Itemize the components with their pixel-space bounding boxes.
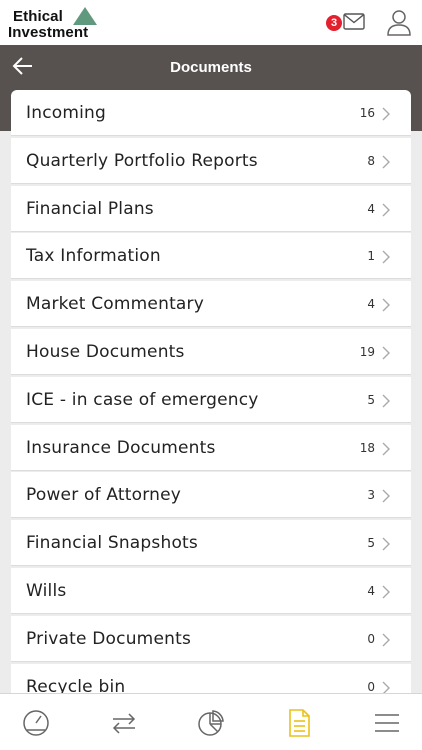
folder-label: Quarterly Portfolio Reports	[26, 150, 258, 171]
folder-count: 4	[367, 297, 375, 312]
menu-icon[interactable]	[372, 708, 402, 738]
chevron-right-icon	[382, 537, 390, 551]
chevron-right-icon	[382, 107, 390, 121]
transfer-arrows-icon[interactable]	[109, 708, 139, 738]
chevron-right-icon	[382, 155, 390, 169]
chevron-right-icon	[382, 633, 390, 647]
chevron-right-icon	[382, 489, 390, 503]
folder-label: Financial Snapshots	[26, 533, 198, 554]
folder-count: 0	[367, 679, 375, 694]
folder-count: 4	[367, 583, 375, 598]
folder-count: 1	[367, 249, 375, 264]
folder-row-market-commentary[interactable]: Market Commentary 4	[11, 281, 411, 328]
chevron-right-icon	[382, 442, 390, 456]
dashboard-gauge-icon[interactable]	[21, 708, 51, 738]
folder-row-house-documents[interactable]: House Documents 19	[11, 328, 411, 375]
folder-count: 8	[367, 153, 375, 168]
top-bar: Ethical Investment 3	[0, 0, 422, 45]
folder-list: Incoming 16 Quarterly Portfolio Reports …	[11, 90, 411, 711]
chevron-right-icon	[382, 203, 390, 217]
folder-row-power-of-attorney[interactable]: Power of Attorney 3	[11, 472, 411, 519]
folder-row-quarterly-portfolio-reports[interactable]: Quarterly Portfolio Reports 8	[11, 137, 411, 184]
folder-label: House Documents	[26, 341, 185, 362]
messages-button[interactable]: 3	[326, 10, 366, 36]
unread-badge: 3	[326, 15, 342, 31]
folder-label: Insurance Documents	[26, 437, 216, 458]
pie-chart-icon[interactable]	[196, 708, 226, 738]
folder-label: Private Documents	[26, 628, 191, 649]
bottom-nav	[0, 693, 422, 750]
folder-count: 5	[367, 536, 375, 551]
folder-row-tax-information[interactable]: Tax Information 1	[11, 233, 411, 280]
chevron-right-icon	[382, 585, 390, 599]
chevron-right-icon	[382, 346, 390, 360]
folder-row-private-documents[interactable]: Private Documents 0	[11, 615, 411, 662]
folder-count: 3	[367, 488, 375, 503]
folder-row-ice[interactable]: ICE - in case of emergency 5	[11, 376, 411, 423]
folder-count: 16	[359, 106, 375, 120]
folder-count: 19	[359, 344, 375, 359]
folder-label: Tax Information	[26, 246, 161, 267]
folder-count: 0	[367, 631, 375, 646]
chevron-right-icon	[382, 298, 390, 312]
chevron-right-icon	[382, 250, 390, 264]
folder-label: ICE - in case of emergency	[26, 389, 259, 410]
document-icon[interactable]	[284, 708, 314, 738]
folder-label: Wills	[26, 580, 67, 601]
chevron-right-icon	[382, 394, 390, 408]
folder-label: Incoming	[26, 103, 106, 123]
folder-row-insurance-documents[interactable]: Insurance Documents 18	[11, 424, 411, 471]
logo-line-2: Investment	[8, 24, 89, 41]
folder-label: Power of Attorney	[26, 485, 182, 506]
user-icon[interactable]	[386, 9, 412, 37]
folder-count: 4	[367, 201, 375, 216]
folder-count: 18	[359, 440, 375, 455]
folder-row-wills[interactable]: Wills 4	[11, 567, 411, 614]
page-title: Documents	[170, 59, 252, 76]
folder-row-incoming[interactable]: Incoming 16	[11, 90, 411, 136]
ethical-investment-logo[interactable]: Ethical Investment	[8, 6, 104, 41]
folder-count: 5	[367, 392, 375, 407]
envelope-icon	[343, 13, 365, 30]
folder-row-financial-plans[interactable]: Financial Plans 4	[11, 185, 411, 232]
folder-label: Financial Plans	[26, 198, 154, 219]
folder-row-financial-snapshots[interactable]: Financial Snapshots 5	[11, 520, 411, 567]
logo-triangle-icon	[73, 7, 97, 25]
folder-label: Market Commentary	[26, 294, 204, 315]
logo-line-1: Ethical	[13, 8, 63, 25]
